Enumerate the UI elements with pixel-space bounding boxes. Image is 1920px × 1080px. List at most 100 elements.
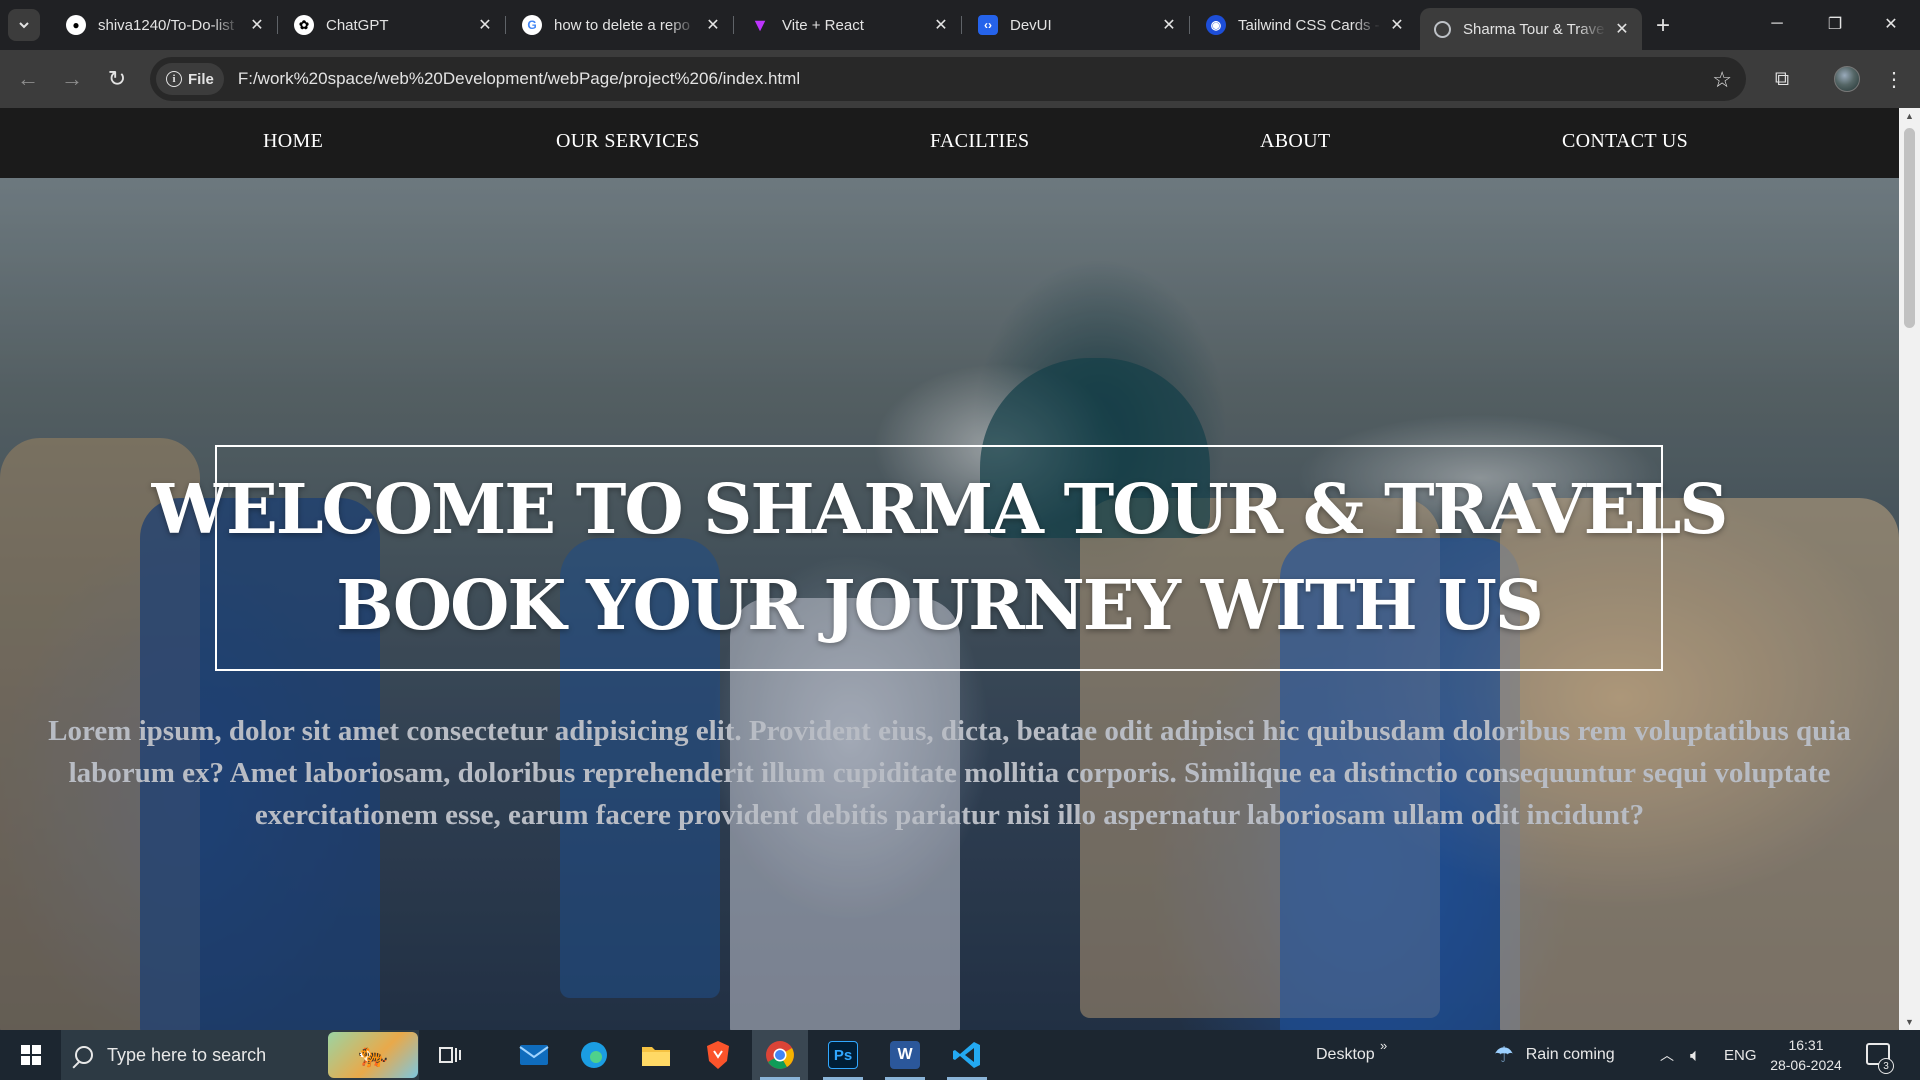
close-tab-icon[interactable]: ✕ [1387,15,1407,35]
close-window-button[interactable]: ✕ [1862,0,1920,48]
brave-app-button[interactable] [690,1030,746,1080]
chevron-right-icon[interactable]: » [1380,1020,1387,1070]
chrome-app-button[interactable] [752,1030,808,1080]
search-highlight-tiger-icon[interactable]: 🐅 [328,1032,418,1078]
browser-tab-strip: ● shiva1240/To-Do-list ✕ ✿ ChatGPT ✕ G h… [0,0,1920,50]
word-app-button[interactable]: W [877,1030,933,1080]
file-explorer-app-button[interactable] [628,1030,684,1080]
windows-taskbar: Type here to search 🐅 Ps W Desktop » ☂ R… [0,1030,1920,1080]
tab-title: shiva1240/To-Do-list [98,16,234,34]
tab-title: ChatGPT [326,16,389,34]
file-explorer-icon [642,1047,670,1066]
vscode-app-button[interactable] [939,1030,995,1080]
scroll-up-arrow-icon[interactable]: ▲ [1899,108,1920,124]
photoshop-icon: Ps [828,1041,858,1069]
tab-tailwind-cards[interactable]: ◉ Tailwind CSS Cards - ✕ [1192,8,1417,42]
browser-toolbar: ← → ↻ i File F:/work%20space/web%20Devel… [0,50,1920,108]
puzzle-icon: ⧉ [1774,67,1790,90]
chrome-icon [766,1041,794,1069]
page-scrollbar[interactable]: ▲ ▼ [1899,108,1920,1030]
close-tab-icon[interactable]: ✕ [247,15,267,35]
vite-icon: ▼ [751,14,769,35]
close-tab-icon[interactable]: ✕ [931,15,951,35]
close-tab-icon[interactable]: ✕ [475,15,495,35]
tab-title: Sharma Tour & Travels [1463,20,1606,38]
avatar [1834,66,1860,92]
search-icon [75,1046,93,1064]
new-tab-button[interactable]: + [1650,12,1676,39]
tab-separator [733,16,734,34]
tab-title: how to delete a repo [554,16,690,34]
tab-chatgpt[interactable]: ✿ ChatGPT ✕ [280,8,506,42]
chevron-down-icon [19,22,29,29]
task-view-button[interactable] [422,1030,478,1080]
forward-button[interactable]: → [54,61,90,97]
clock-time: 16:31 [1788,1037,1824,1053]
edge-icon [581,1042,607,1068]
weather-widget[interactable]: ☂ Rain coming [1494,1030,1615,1080]
menu-button[interactable]: ⋮ [1876,61,1912,97]
globe-icon [1434,20,1451,38]
tab-sharma-tours[interactable]: Sharma Tour & Travels ✕ [1420,8,1642,50]
devui-icon: ‹› [978,15,998,35]
more-vert-icon: ⋮ [1884,68,1904,91]
windows-logo-icon [21,1045,41,1065]
chatgpt-icon: ✿ [294,15,314,35]
google-icon: G [522,15,542,35]
scrollbar-thumb[interactable] [1904,128,1915,328]
back-button[interactable]: ← [10,61,46,97]
tab-vite-react[interactable]: ▼ Vite + React ✕ [736,8,962,42]
tab-search-button[interactable] [8,9,40,41]
reload-button[interactable]: ↻ [99,61,135,97]
taskbar-clock[interactable]: 16:31 28-06-2024 [1764,1035,1848,1075]
tab-separator [1189,16,1190,34]
tab-title: Vite + React [782,16,864,34]
info-icon: i [166,71,182,87]
close-tab-icon[interactable]: ✕ [1612,19,1632,39]
task-view-icon [439,1047,461,1063]
vscode-icon [953,1042,980,1068]
extensions-button[interactable]: ⧉ [1764,61,1800,97]
tab-separator [505,16,506,34]
url-text[interactable]: F:/work%20space/web%20Development/webPag… [238,69,800,89]
close-tab-icon[interactable]: ✕ [703,15,723,35]
github-icon: ● [66,15,86,35]
edge-app-button[interactable] [566,1030,622,1080]
reload-icon: ↻ [107,66,127,91]
chip-label: File [188,70,214,88]
hero-heading-line2: BOOK YOUR JOURNEY WITH US [336,566,1544,646]
nav-our-services[interactable]: OUR SERVICES [556,130,700,153]
bookmark-star-icon[interactable]: ☆ [1712,67,1732,93]
arrow-left-icon: ← [17,66,39,91]
taskbar-search-placeholder: Type here to search [107,1044,267,1065]
nav-about[interactable]: ABOUT [1260,130,1330,153]
mail-app-button[interactable] [506,1030,562,1080]
address-bar[interactable]: i File F:/work%20space/web%20Development… [150,57,1746,101]
clock-date: 28-06-2024 [1770,1057,1842,1073]
start-button[interactable] [10,1030,52,1080]
brave-icon [707,1041,729,1069]
chevron-up-icon[interactable]: ︿ [1660,1030,1674,1080]
minimize-button[interactable]: ─ [1748,0,1806,48]
nav-home[interactable]: HOME [263,130,323,153]
weather-text: Rain coming [1525,1046,1615,1063]
site-navbar: HOME OUR SERVICES FACILTIES ABOUT CONTAC… [0,108,1899,178]
tab-devui[interactable]: ‹› DevUI ✕ [964,8,1190,42]
tab-title: DevUI [1010,16,1052,34]
tab-google-search[interactable]: G how to delete a repo ✕ [508,8,734,42]
speaker-icon[interactable]: 🔈︎ [1690,1030,1701,1080]
nav-contact-us[interactable]: CONTACT US [1562,130,1688,153]
tab-todo-list[interactable]: ● shiva1240/To-Do-list ✕ [52,8,278,42]
scroll-down-arrow-icon[interactable]: ▼ [1899,1014,1920,1030]
restore-button[interactable]: ❐ [1806,0,1864,48]
site-info-chip[interactable]: i File [156,63,224,95]
hero-paragraph: Lorem ipsum, dolor sit amet consectetur … [48,715,1851,831]
arrow-right-icon: → [61,66,83,91]
word-icon: W [890,1041,920,1069]
profile-button[interactable] [1829,61,1865,97]
language-indicator[interactable]: ENG [1724,1030,1757,1080]
desktop-toolbar-label[interactable]: Desktop [1316,1030,1375,1080]
close-tab-icon[interactable]: ✕ [1159,15,1179,35]
nav-facilities[interactable]: FACILTIES [930,130,1029,153]
photoshop-app-button[interactable]: Ps [815,1030,871,1080]
